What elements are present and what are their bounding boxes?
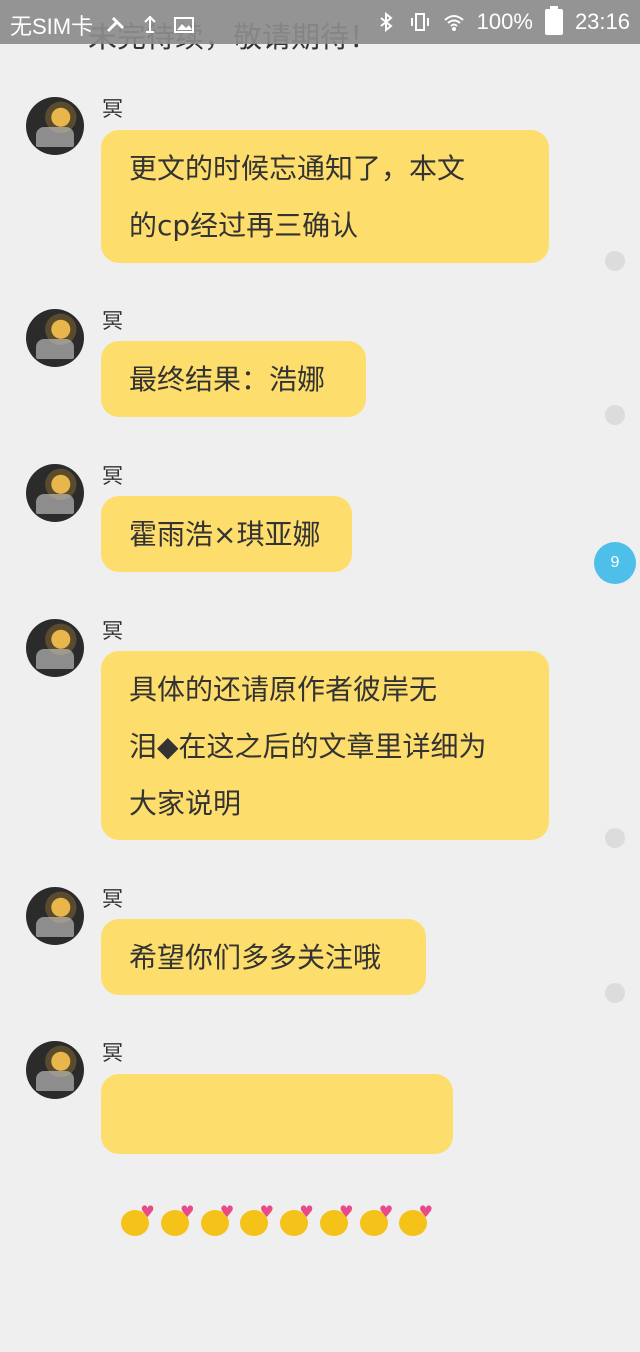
sender-name: 冥: [102, 1041, 123, 1065]
kiss-face-emoji: ♥: [200, 1204, 234, 1238]
avatar[interactable]: [26, 1041, 84, 1099]
avatar[interactable]: [26, 464, 84, 522]
kiss-face-emoji: ♥: [319, 1204, 354, 1238]
kiss-face-emoji: ♥: [359, 1204, 393, 1238]
status-bar: 无SIM卡 100% 23:16: [0, 0, 640, 44]
message-bubble[interactable]: 更文的时候忘通知了，本文 的cp经过再三确认: [101, 130, 549, 263]
avatar[interactable]: [26, 619, 84, 677]
vibrate-icon: [410, 13, 429, 31]
battery-icon: [544, 6, 563, 35]
message-bubble[interactable]: 希望你们多多关注哦: [101, 919, 426, 995]
sender-name: 冥: [102, 887, 123, 911]
avatar[interactable]: [26, 309, 84, 367]
usb-icon: [144, 15, 156, 33]
clock: 23:16: [574, 9, 630, 34]
wifi-icon: [443, 15, 464, 31]
kiss-face-emoji: ♥: [280, 1204, 314, 1238]
kiss-face-emoji: ♥: [160, 1204, 195, 1238]
image-icon: [174, 17, 195, 33]
message-bubble[interactable]: 最终结果：浩娜: [101, 341, 366, 417]
read-status-dot: [605, 983, 625, 1003]
read-status-dot: [605, 251, 625, 271]
chat-view[interactable]: 未完待续，敬请期待！ 冥 更文的时候忘通知了，本文 的cp经过再三确认 冥 最终…: [0, 0, 640, 1236]
tools-icon: [107, 16, 125, 33]
read-status-dot: [605, 405, 625, 425]
emoji-row: ♥ ♥ ♥ ♥ ♥ ♥ ♥ ♥: [121, 1198, 433, 1238]
avatar[interactable]: [26, 887, 84, 945]
unread-count-badge[interactable]: 9: [594, 542, 636, 584]
battery-percent: 100%: [476, 9, 533, 34]
avatar[interactable]: [26, 97, 84, 155]
sender-name: 冥: [102, 464, 123, 488]
kiss-face-emoji: ♥: [121, 1204, 155, 1238]
message-bubble[interactable]: ♥ ♥ ♥ ♥ ♥ ♥ ♥ ♥: [101, 1074, 453, 1236]
sim-status: 无SIM卡: [10, 14, 94, 39]
bluetooth-icon: [380, 11, 393, 33]
read-status-dot: [605, 828, 625, 848]
message-bubble[interactable]: 霍雨浩×琪亚娜: [101, 496, 352, 572]
sender-name: 冥: [102, 97, 123, 121]
message-bubble[interactable]: 具体的还请原作者彼岸无 泪◆在这之后的文章里详细为 大家说明: [101, 651, 549, 840]
sender-name: 冥: [102, 619, 123, 643]
sender-name: 冥: [102, 309, 123, 333]
kiss-face-emoji: ♥: [240, 1204, 274, 1238]
kiss-face-emoji: ♥: [399, 1204, 433, 1238]
